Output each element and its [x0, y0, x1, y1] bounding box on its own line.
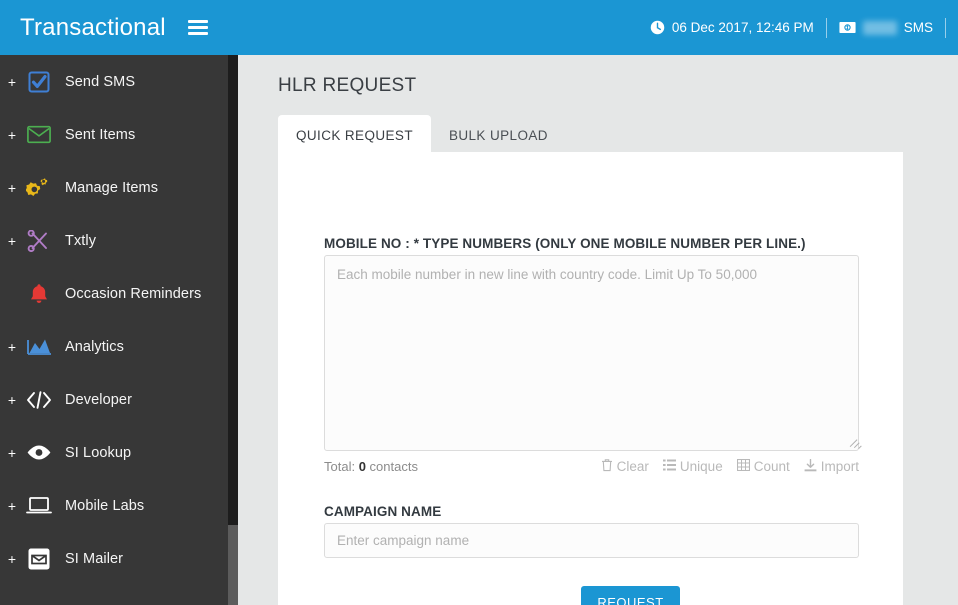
app-brand-title: Transactional: [20, 13, 166, 41]
total-contacts-text: Total: 0 contacts: [324, 459, 418, 474]
clear-label: Clear: [616, 459, 649, 474]
expand-plus-icon: +: [7, 497, 17, 514]
expand-plus-icon: +: [7, 126, 17, 143]
header-datetime-text: 06 Dec 2017, 12:46 PM: [671, 20, 814, 35]
header-divider: [945, 17, 946, 38]
sidebar-item-occasion-reminders[interactable]: Occasion Reminders: [0, 267, 238, 320]
request-submit-button[interactable]: REQUEST: [581, 586, 680, 605]
sidebar-item-manage-items[interactable]: + Manage Items: [0, 161, 238, 214]
numbers-meta-row: Total: 0 contacts Clear Unique Count Imp…: [324, 458, 859, 475]
sms-balance-label: SMS: [903, 20, 933, 35]
sidebar-navigation: + Send SMS + Sent Items + Manage Items +…: [0, 55, 238, 605]
tab-quick-request[interactable]: QUICK REQUEST: [278, 115, 431, 155]
trash-icon: [601, 458, 613, 475]
area-chart-icon: [19, 333, 59, 361]
sidebar-item-label: Occasion Reminders: [65, 285, 202, 302]
total-suffix: contacts: [365, 459, 418, 474]
sidebar-item-label: Developer: [65, 391, 132, 408]
envelope-icon: [19, 121, 59, 149]
checkbox-checked-icon: [19, 68, 59, 96]
sidebar-item-label: Txtly: [65, 232, 97, 249]
scissors-icon: [19, 227, 59, 255]
bell-icon: [19, 280, 59, 308]
unique-button[interactable]: Unique: [662, 459, 723, 474]
count-label: Count: [753, 459, 790, 474]
clear-button[interactable]: Clear: [601, 458, 649, 475]
hamburger-bar: [187, 26, 208, 29]
sidebar-item-send-sms[interactable]: + Send SMS: [0, 55, 238, 108]
header-right-group: 06 Dec 2017, 12:46 PM SMS: [638, 17, 946, 38]
campaign-name-label: CAMPAIGN NAME: [324, 504, 442, 519]
hamburger-bar: [187, 20, 208, 23]
numbers-action-group: Clear Unique Count Import: [601, 458, 859, 475]
sidebar-item-label: Sent Items: [65, 126, 136, 143]
sidebar-item-developer[interactable]: + Developer: [0, 373, 238, 426]
mobile-numbers-input[interactable]: [324, 255, 859, 451]
sidebar-scrollbar-thumb[interactable]: [228, 525, 238, 605]
clock-icon: [650, 20, 665, 35]
expand-plus-icon: +: [7, 338, 17, 355]
list-icon: [662, 459, 676, 474]
laptop-icon: [19, 492, 59, 520]
cash-icon: [839, 21, 856, 34]
gears-icon: [19, 174, 59, 202]
total-prefix: Total:: [324, 459, 359, 474]
expand-plus-icon: +: [7, 550, 17, 567]
mobile-numbers-label: MOBILE NO : * TYPE NUMBERS (ONLY ONE MOB…: [324, 236, 806, 251]
expand-plus-icon: +: [7, 444, 17, 461]
expand-plus-icon: +: [7, 179, 17, 196]
tab-bar: QUICK REQUEST BULK UPLOAD: [278, 115, 566, 155]
request-form-card: MOBILE NO : * TYPE NUMBERS (ONLY ONE MOB…: [278, 152, 903, 605]
sidebar-item-analytics[interactable]: + Analytics: [0, 320, 238, 373]
sidebar-item-label: Mobile Labs: [65, 497, 145, 514]
expand-plus-icon: +: [7, 391, 17, 408]
envelope-square-icon: [19, 545, 59, 573]
hamburger-icon[interactable]: [187, 19, 208, 37]
sms-balance-value: [862, 20, 897, 35]
page-title: HLR REQUEST: [278, 75, 417, 96]
tab-bulk-upload[interactable]: BULK UPLOAD: [431, 115, 566, 155]
sidebar-item-label: Send SMS: [65, 73, 136, 90]
sidebar-item-mobile-labs[interactable]: + Mobile Labs: [0, 479, 238, 532]
sidebar-scrollbar-track[interactable]: [228, 55, 238, 605]
sidebar-item-txtly[interactable]: + Txtly: [0, 214, 238, 267]
eye-icon: [19, 439, 59, 467]
hamburger-bar: [187, 32, 208, 35]
campaign-name-input[interactable]: [324, 523, 859, 558]
sidebar-item-si-lookup[interactable]: + SI Lookup: [0, 426, 238, 479]
expand-plus-icon: +: [7, 73, 17, 90]
expand-plus-icon: +: [7, 232, 17, 249]
sidebar-item-label: SI Lookup: [65, 444, 132, 461]
sidebar-item-label: Analytics: [65, 338, 124, 355]
download-icon: [804, 458, 817, 475]
count-button[interactable]: Count: [736, 458, 790, 474]
unique-label: Unique: [679, 459, 723, 474]
total-count: 0: [358, 459, 366, 474]
header-sms-balance-item[interactable]: SMS: [827, 20, 945, 35]
import-label: Import: [820, 459, 859, 474]
top-header-bar: Transactional 06 Dec 2017, 12:46 PM SMS: [0, 0, 958, 55]
import-button[interactable]: Import: [804, 458, 859, 475]
header-datetime-item: 06 Dec 2017, 12:46 PM: [638, 20, 826, 35]
sidebar-item-si-mailer[interactable]: + SI Mailer: [0, 532, 238, 585]
sidebar-item-sent-items[interactable]: + Sent Items: [0, 108, 238, 161]
sidebar-item-label: SI Mailer: [65, 550, 124, 567]
code-icon: [19, 386, 59, 414]
main-content-area: HLR REQUEST QUICK REQUEST BULK UPLOAD MO…: [238, 55, 958, 605]
sidebar-item-label: Manage Items: [65, 179, 159, 196]
table-icon: [736, 458, 750, 474]
